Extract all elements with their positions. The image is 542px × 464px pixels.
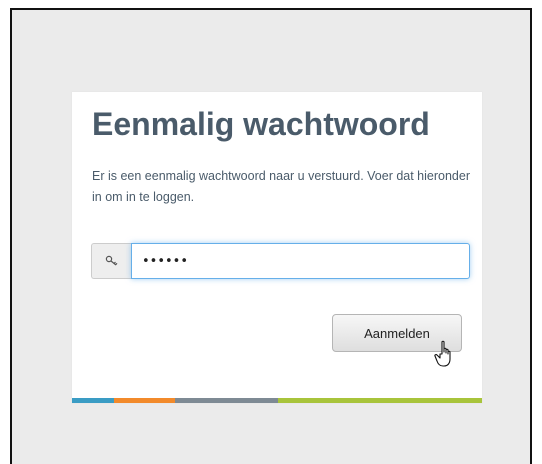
stripe-segment-gray (175, 398, 278, 403)
login-card: Eenmalig wachtwoord Er is een eenmalig w… (72, 92, 482, 403)
screen-frame: Eenmalig wachtwoord Er is een eenmalig w… (10, 8, 532, 464)
stripe-segment-green (278, 398, 482, 403)
page-title: Eenmalig wachtwoord (92, 106, 430, 142)
key-icon-svg (105, 255, 117, 266)
one-time-password-input[interactable] (131, 243, 470, 279)
brand-color-stripe (72, 398, 482, 403)
login-button[interactable]: Aanmelden (332, 314, 462, 352)
instructions-text: Er is een eenmalig wachtwoord naar u ver… (92, 169, 470, 204)
password-input-group (91, 243, 470, 279)
stripe-segment-orange (114, 398, 175, 403)
stripe-segment-blue (72, 398, 114, 403)
key-icon (91, 243, 131, 279)
